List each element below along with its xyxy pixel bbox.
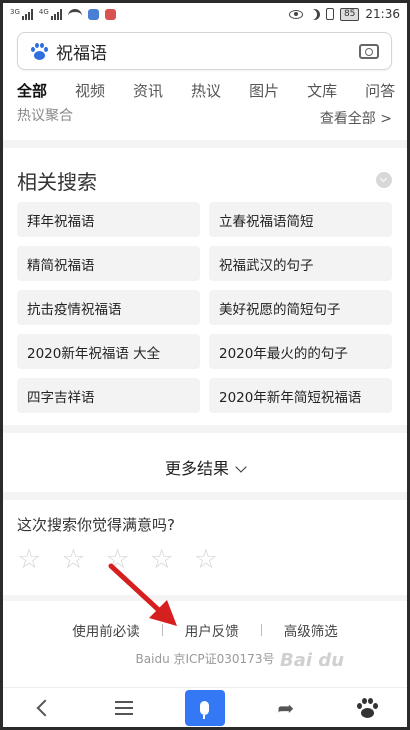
section-divider [3, 425, 407, 433]
related-search-chip[interactable]: 精简祝福语 [17, 246, 200, 281]
tab-news[interactable]: 资讯 [133, 80, 163, 106]
signal-2-icon: 4G [39, 8, 62, 20]
notification-app-icon [87, 8, 99, 20]
star-icon[interactable]: ☆ [194, 546, 218, 573]
signal-1-tag: 3G [10, 8, 20, 16]
menu-button[interactable] [104, 688, 144, 728]
eye-comfort-icon [288, 9, 303, 19]
tab-video[interactable]: 视频 [75, 80, 105, 106]
status-left: 3G 4G [10, 8, 116, 20]
status-bar: 3G 4G 85 21:36 [10, 3, 400, 25]
tab-images[interactable]: 图片 [249, 80, 279, 106]
camera-icon[interactable] [359, 43, 379, 59]
bottom-nav: ➦ [3, 687, 407, 727]
vibrate-icon [325, 8, 334, 20]
clock: 21:36 [365, 7, 400, 21]
related-search-chip[interactable]: 抗击疫情祝福语 [17, 290, 200, 325]
signal-1-icon: 3G [10, 8, 33, 20]
related-search-chip[interactable]: 2020新年祝福语 大全 [17, 334, 200, 369]
tab-library[interactable]: 文库 [307, 80, 337, 106]
related-search-chip[interactable]: 2020年新年简短祝福语 [209, 378, 392, 413]
view-all-label: 查看全部 [319, 111, 376, 127]
chevron-right-icon: > [380, 111, 392, 127]
tab-qa[interactable]: 问答 [365, 80, 395, 106]
signal-2-tag: 4G [38, 8, 49, 16]
search-box[interactable]: 祝福语 [17, 32, 392, 70]
more-results-label: 更多结果 [164, 459, 229, 478]
tab-all[interactable]: 全部 [17, 80, 47, 106]
star-icon[interactable]: ☆ [61, 546, 85, 573]
share-icon: ➦ [277, 695, 295, 720]
baidu-paw-icon [356, 697, 378, 719]
footer-link-advanced-filter[interactable]: 高级筛选 [284, 620, 338, 640]
satisfaction-question: 这次搜索你觉得满意吗? [17, 516, 175, 534]
related-searches-grid: 拜年祝福语 立春祝福语简短 精简祝福语 祝福武汉的句子 抗击疫情祝福语 美好祝愿… [17, 202, 392, 413]
back-arrow-icon [36, 699, 54, 716]
footer-link-feedback[interactable]: 用户反馈 [185, 620, 239, 640]
star-icon[interactable]: ☆ [17, 546, 41, 573]
battery-indicator: 85 [339, 7, 360, 21]
related-search-chip[interactable]: 拜年祝福语 [17, 202, 200, 237]
section-divider [3, 492, 407, 500]
menu-icon [115, 700, 134, 715]
more-results-button[interactable]: 更多结果 [0, 455, 410, 479]
watermark: Bai du [280, 650, 345, 671]
view-all-link[interactable]: 查看全部 > [320, 108, 392, 129]
result-tabs: 全部 视频 资讯 热议 图片 文库 问答 [17, 80, 407, 106]
notification-app-icon [104, 8, 116, 20]
voice-search-button[interactable] [184, 688, 225, 728]
share-button[interactable]: ➦ [266, 688, 306, 728]
do-not-disturb-icon [309, 9, 320, 20]
status-right: 85 21:36 [288, 7, 400, 21]
related-search-chip[interactable]: 祝福武汉的句子 [209, 246, 392, 281]
footer-divider [260, 624, 262, 636]
footer-links: 使用前必读 用户反馈 高级筛选 [0, 620, 410, 640]
tab-discussion[interactable]: 热议 [191, 80, 221, 106]
back-button[interactable] [23, 688, 63, 728]
related-search-chip[interactable]: 四字吉祥语 [17, 378, 200, 413]
annotation-arrow-icon [108, 563, 177, 626]
hot-discussion-label: 热议聚合 [17, 108, 73, 124]
baidu-paw-icon [30, 42, 48, 60]
baidu-home-button[interactable] [347, 688, 387, 728]
related-search-chip[interactable]: 立春祝福语简短 [209, 202, 392, 237]
related-search-chip[interactable]: 2020年最火的的句子 [209, 334, 392, 369]
related-searches-title: 相关搜索 [17, 170, 97, 194]
microphone-icon [200, 700, 210, 719]
related-search-chip[interactable]: 美好祝愿的简短句子 [209, 290, 392, 325]
wifi-icon [67, 9, 82, 19]
collapse-chevron-icon[interactable] [376, 172, 392, 188]
search-input[interactable]: 祝福语 [56, 39, 359, 64]
mic-button-bg [184, 689, 225, 726]
hot-discussion-row: 热议聚合 查看全部 > [17, 107, 392, 129]
section-divider [3, 140, 407, 148]
section-divider [3, 595, 407, 601]
icp-license: Baidu 京ICP证030173号 [135, 652, 275, 666]
chevron-down-icon [235, 461, 247, 473]
